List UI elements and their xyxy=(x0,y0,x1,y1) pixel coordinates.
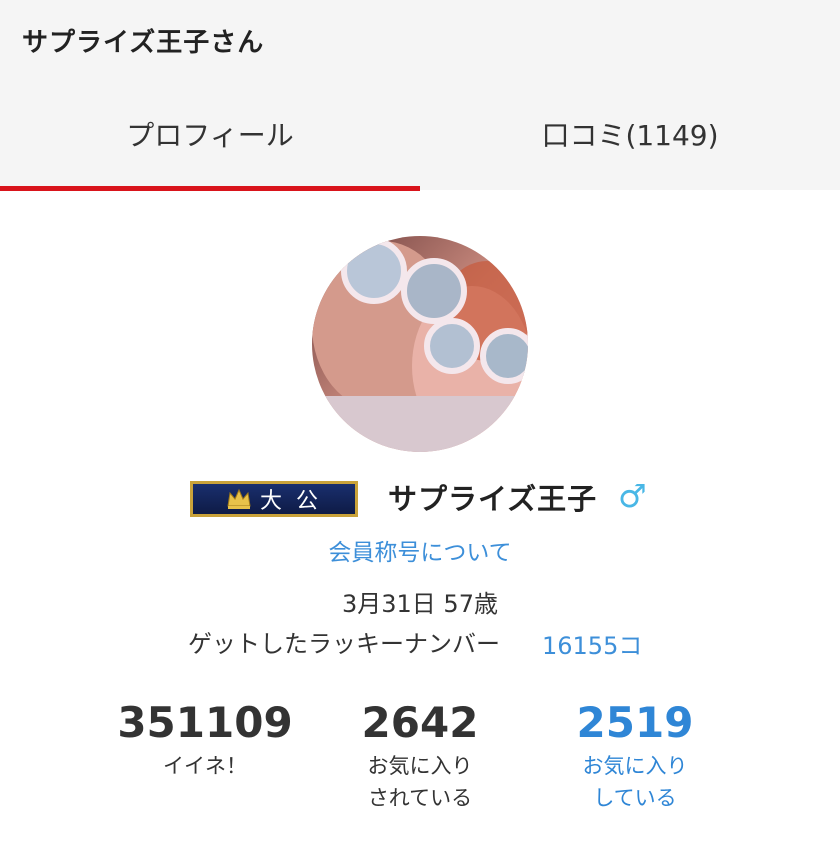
stat-favorited-by[interactable]: 2642 お気に入り されている xyxy=(315,698,525,814)
stat-favoriting-label-line2: している xyxy=(593,786,677,810)
male-icon: ♂ xyxy=(618,477,647,515)
active-tab-indicator xyxy=(0,186,420,191)
tab-reviews[interactable]: 口コミ(1149) xyxy=(420,110,840,190)
stat-favoriting-value: 2519 xyxy=(576,698,694,747)
rank-badge: 大公 xyxy=(190,481,358,517)
stat-favoriting-label: お気に入り している xyxy=(530,750,740,814)
stat-favorited-by-value: 2642 xyxy=(361,698,479,747)
tab-profile[interactable]: プロフィール xyxy=(0,110,420,190)
member-title-link[interactable]: 会員称号について xyxy=(0,533,840,567)
stat-likes-value: 351109 xyxy=(117,698,293,747)
stat-favoriting-label-line1: お気に入り xyxy=(582,754,688,778)
lucky-number-value[interactable]: 16155コ xyxy=(542,626,642,661)
rank-badge-label: 大公 xyxy=(259,489,332,514)
stat-favorited-by-label-line2: されている xyxy=(367,786,473,810)
stat-likes: 351109 イイネ！ xyxy=(100,698,310,782)
lucky-number-label: ゲットしたラッキーナンバー xyxy=(188,630,500,658)
stat-favorited-by-label: お気に入り されている xyxy=(315,750,525,814)
avatar-photo xyxy=(312,236,528,452)
stat-favorited-by-label-line1: お気に入り xyxy=(367,754,473,778)
crown-icon xyxy=(227,488,251,509)
avatar xyxy=(312,236,528,452)
stat-likes-label: イイネ！ xyxy=(163,754,247,778)
page-title: サプライズ王子さん xyxy=(22,28,265,58)
header-bar: サプライズ王子さん プロフィール 口コミ(1149) xyxy=(0,0,840,191)
stat-favoriting[interactable]: 2519 お気に入り している xyxy=(530,698,740,814)
username: サプライズ王子 xyxy=(388,482,598,516)
birthday-age: 3月31日 57歳 xyxy=(342,590,498,618)
